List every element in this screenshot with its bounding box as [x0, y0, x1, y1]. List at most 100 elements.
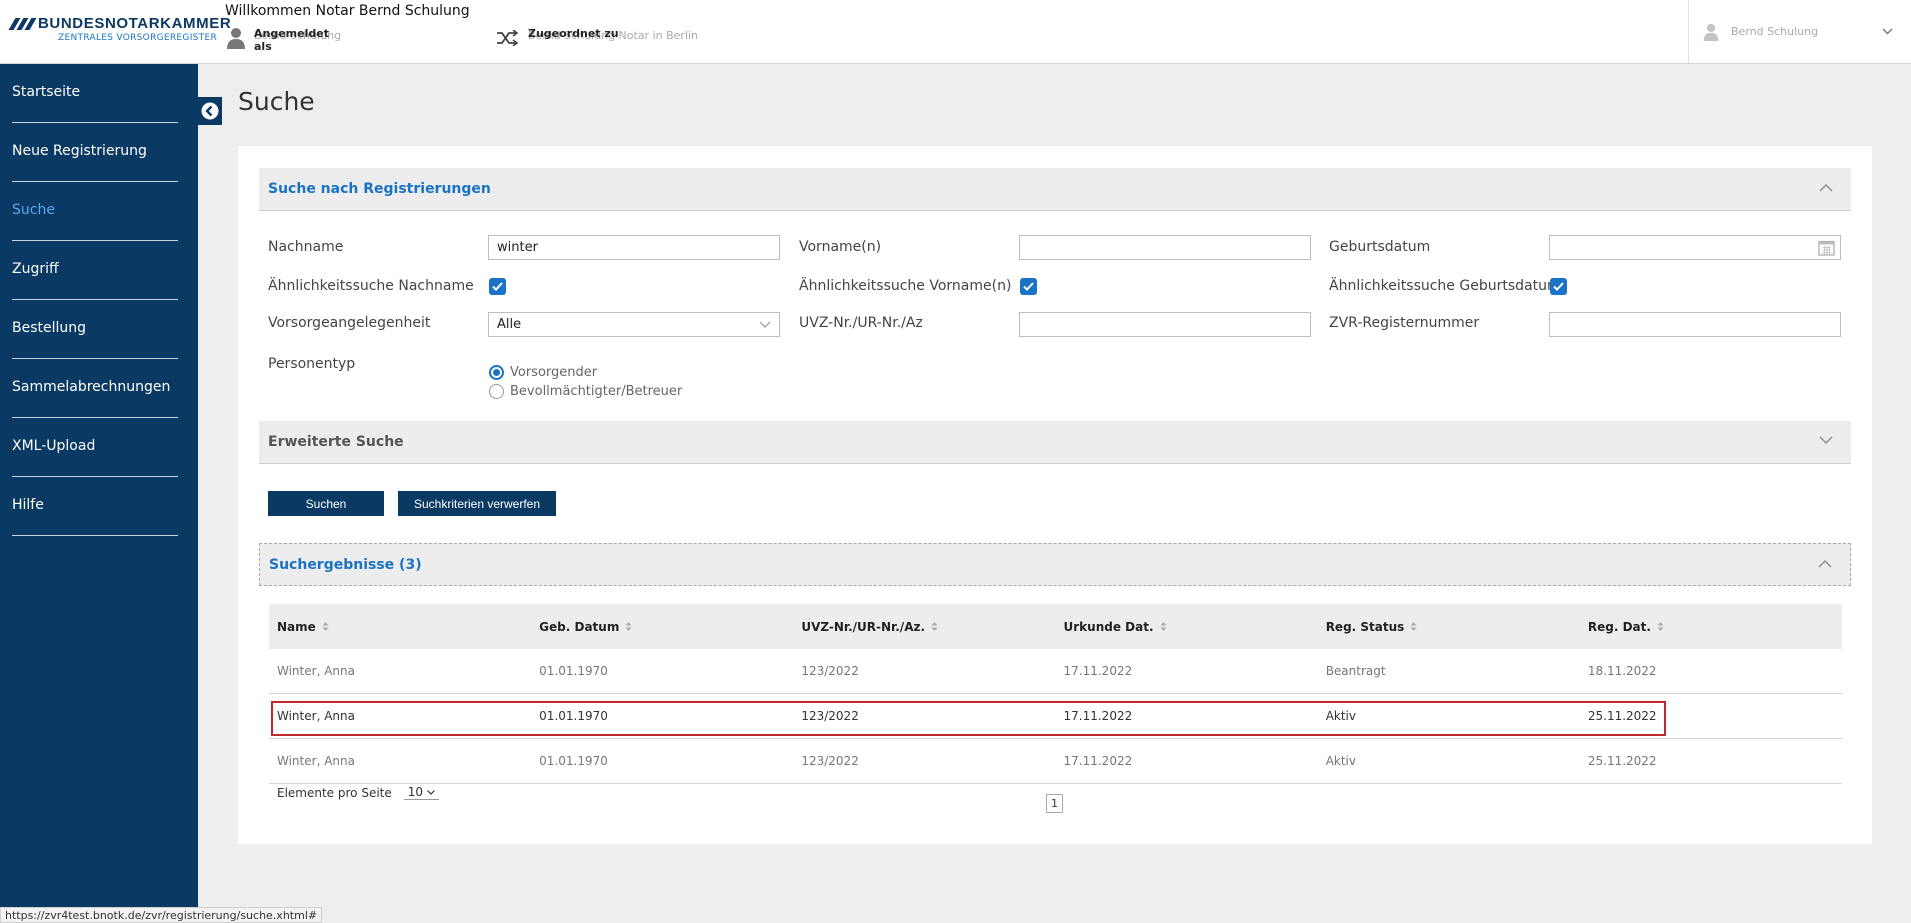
table-row[interactable]: Winter, Anna 01.01.1970 123/2022 17.11.2…	[269, 649, 1842, 694]
radio-selected-icon	[489, 365, 504, 380]
user-avatar-icon	[1703, 23, 1719, 41]
sidebar-item-hilfe[interactable]: Hilfe	[12, 477, 178, 536]
column-header-label: Urkunde Dat.	[1063, 619, 1154, 634]
column-header-label: UVZ-Nr./UR-Nr./Az.	[801, 619, 926, 634]
column-header-name[interactable]: Name	[269, 620, 531, 634]
chevron-up-icon	[1818, 559, 1832, 568]
table-row[interactable]: Winter, Anna 01.01.1970 123/2022 17.11.2…	[269, 739, 1842, 784]
sidebar-item-xml-upload[interactable]: XML-Upload	[12, 418, 178, 477]
assigned-label: Zugeordnet zu	[528, 27, 619, 40]
sort-icon	[1657, 622, 1664, 631]
chevron-down-icon	[1882, 28, 1893, 35]
cell-reg-dat: 25.11.2022	[1587, 709, 1657, 723]
uvz-input[interactable]	[1019, 312, 1311, 337]
per-page-value: 10	[407, 785, 424, 799]
radio-vorsorgender[interactable]: Vorsorgender	[489, 365, 597, 380]
results-table: Name Geb. Datum UVZ-Nr./UR-Nr./Az. Urkun…	[269, 604, 1842, 784]
radio-bevollmaechtigter-label: Bevollmächtigter/Betreuer	[510, 384, 683, 399]
chevron-up-icon	[1819, 183, 1833, 192]
user-menu[interactable]: Bernd Schulung	[1688, 0, 1911, 63]
logged-in-label: Angemeldet als	[254, 27, 329, 53]
search-button[interactable]: Suchen	[268, 491, 384, 516]
vorsorge-select[interactable]: Alle	[488, 312, 780, 337]
column-header-label: Reg. Status	[1325, 619, 1405, 634]
results-section-header[interactable]: Suchergebnisse (3)	[259, 543, 1851, 586]
radio-unselected-icon	[489, 384, 504, 399]
per-page-label: Elemente pro Seite	[277, 785, 392, 800]
logo-mark-icon	[8, 17, 37, 30]
vorsorge-select-value: Alle	[497, 317, 522, 332]
nachname-input[interactable]: winter	[488, 235, 780, 260]
sort-icon	[625, 622, 632, 631]
cell-urkunde-dat: 17.11.2022	[1063, 664, 1133, 678]
per-page-select[interactable]: 10	[403, 785, 440, 800]
sidebar-item-suche[interactable]: Suche	[12, 182, 178, 241]
cell-uvz: 123/2022	[801, 754, 859, 768]
column-header-reg-status[interactable]: Reg. Status	[1318, 620, 1580, 634]
sim-vorname-checkbox[interactable]	[1020, 278, 1037, 295]
app-header: BUNDESNOTARKAMMER ZENTRALES VORSORGEREGI…	[0, 0, 1911, 64]
sidebar-collapse-button[interactable]	[198, 97, 222, 125]
sidebar-item-bestellung[interactable]: Bestellung	[12, 300, 178, 359]
sidebar-item-zugriff[interactable]: Zugriff	[12, 241, 178, 300]
cell-name: Winter, Anna	[277, 664, 355, 678]
chevron-down-icon	[427, 789, 435, 795]
brand-name: BUNDESNOTARKAMMER	[38, 15, 232, 32]
search-section-header[interactable]: Suche nach Registrierungen	[259, 168, 1851, 211]
sort-icon	[1160, 622, 1167, 631]
sim-geburtsdatum-label: Ähnlichkeitssuche Geburtsdatum	[1329, 278, 1561, 294]
vorname-label: Vorname(n)	[799, 239, 882, 255]
calendar-icon[interactable]	[1818, 239, 1835, 256]
radio-vorsorgender-label: Vorsorgender	[510, 365, 598, 380]
column-header-geb-datum[interactable]: Geb. Datum	[531, 620, 793, 634]
assigned-info: Zugeordnet zu Bernd Schulung Notar in Be…	[497, 27, 698, 46]
column-header-label: Name	[277, 619, 316, 634]
table-header-row: Name Geb. Datum UVZ-Nr./UR-Nr./Az. Urkun…	[269, 604, 1842, 649]
sort-icon	[322, 622, 329, 631]
page-number-button[interactable]: 1	[1046, 794, 1063, 813]
uvz-label: UVZ-Nr./UR-Nr./Az	[799, 315, 923, 331]
cell-geb-datum: 01.01.1970	[539, 709, 608, 723]
cell-reg-status: Beantragt	[1325, 664, 1386, 678]
check-icon	[492, 282, 503, 291]
shuffle-icon	[497, 30, 519, 46]
geburtsdatum-input[interactable]	[1549, 235, 1841, 260]
results-section-title: Suchergebnisse (3)	[269, 556, 422, 573]
cell-name: Winter, Anna	[277, 709, 355, 723]
logged-in-info: Angemeldet als Bernd Schulung	[227, 27, 341, 53]
column-header-label: Geb. Datum	[539, 619, 620, 634]
reset-criteria-button[interactable]: Suchkriterien verwerfen	[398, 491, 556, 516]
radio-bevollmaechtigter[interactable]: Bevollmächtigter/Betreuer	[489, 384, 682, 399]
sim-nachname-checkbox[interactable]	[489, 278, 506, 295]
user-menu-name: Bernd Schulung	[1731, 25, 1819, 38]
sim-geburtsdatum-checkbox[interactable]	[1550, 278, 1567, 295]
zvr-label: ZVR-Registernummer	[1329, 315, 1480, 331]
column-header-uvz[interactable]: UVZ-Nr./UR-Nr./Az.	[793, 620, 1055, 634]
search-section-title: Suche nach Registrierungen	[268, 181, 491, 197]
sidebar-item-neue-registrierung[interactable]: Neue Registrierung	[12, 123, 178, 182]
status-bar-url: https://zvr4test.bnotk.de/zvr/registrier…	[0, 907, 323, 923]
sort-icon	[931, 622, 938, 631]
cell-reg-dat: 18.11.2022	[1587, 664, 1657, 678]
cell-uvz: 123/2022	[801, 664, 859, 678]
sort-icon	[1410, 622, 1417, 631]
zvr-input[interactable]	[1549, 312, 1841, 337]
cell-urkunde-dat: 17.11.2022	[1063, 709, 1133, 723]
bnotk-logo[interactable]: BUNDESNOTARKAMMER ZENTRALES VORSORGEREGI…	[8, 15, 231, 43]
check-icon	[1023, 282, 1034, 291]
search-panel: Suche nach Registrierungen Nachname wint…	[238, 146, 1872, 844]
column-header-urkunde-dat[interactable]: Urkunde Dat.	[1056, 620, 1318, 634]
sidebar-item-sammelabrechnungen[interactable]: Sammelabrechnungen	[12, 359, 178, 418]
geburtsdatum-label: Geburtsdatum	[1329, 239, 1431, 255]
extended-search-header[interactable]: Erweiterte Suche	[259, 421, 1851, 464]
sim-nachname-label: Ähnlichkeitssuche Nachname	[268, 278, 474, 294]
vorname-input[interactable]	[1019, 235, 1311, 260]
page-title: Suche	[238, 87, 315, 116]
personentyp-label: Personentyp	[268, 356, 356, 372]
vorsorge-label: Vorsorgeangelegenheit	[268, 315, 431, 331]
chevron-down-icon	[759, 321, 771, 328]
sidebar-item-startseite[interactable]: Startseite	[12, 64, 178, 123]
sim-vorname-label: Ähnlichkeitssuche Vorname(n)	[799, 278, 1012, 294]
column-header-reg-dat[interactable]: Reg. Dat.	[1580, 620, 1842, 634]
table-row-highlighted[interactable]: Winter, Anna 01.01.1970 123/2022 17.11.2…	[269, 694, 1842, 739]
